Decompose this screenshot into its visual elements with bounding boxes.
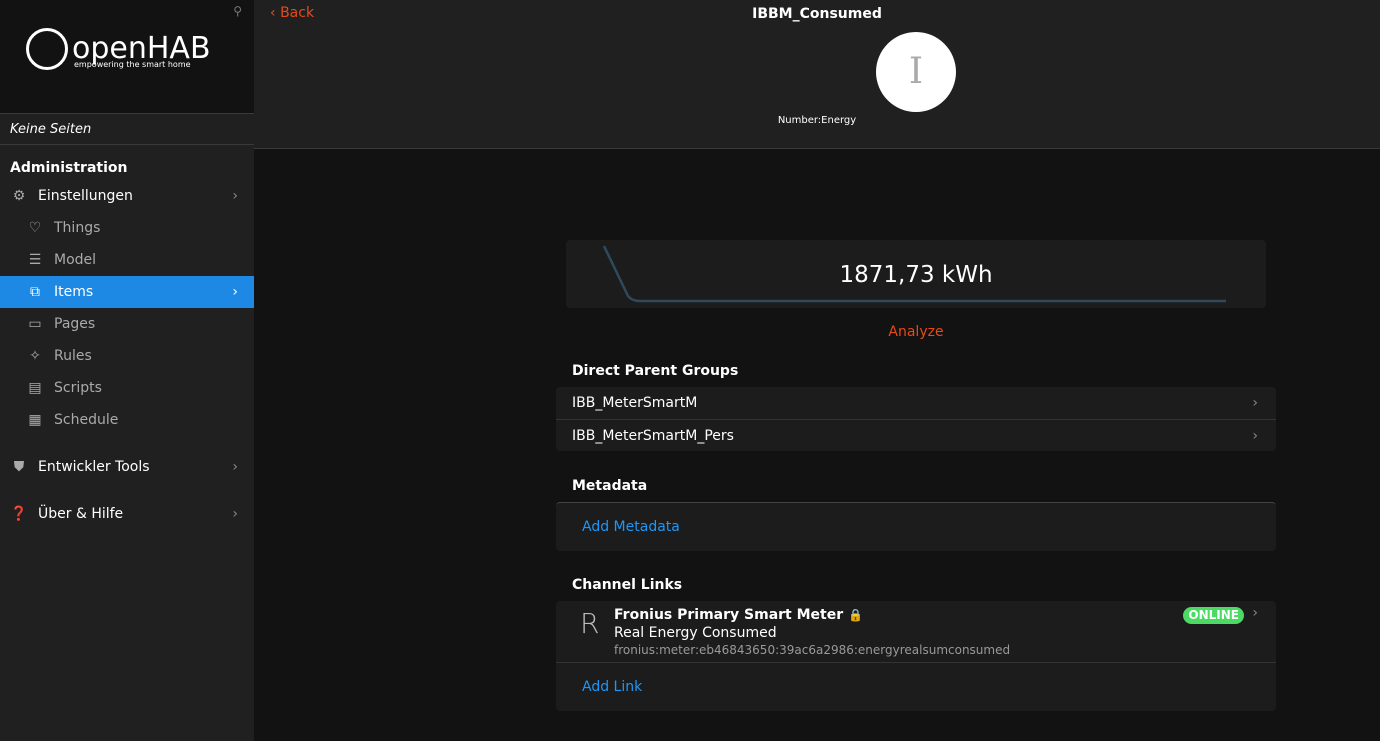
thing-name: Fronius Primary Smart Meter 🔒	[614, 607, 863, 623]
channel-uid: fronius:meter:eb46843650:39ac6a2986:ener…	[614, 643, 1011, 657]
add-link-link[interactable]: Add Link	[556, 663, 1276, 711]
label: Model	[54, 252, 97, 268]
channel-links-card: R Fronius Primary Smart Meter 🔒 Real Ene…	[556, 601, 1276, 711]
chevron-right-icon: ›	[1252, 395, 1258, 411]
thing-label: Fronius Primary Smart Meter	[614, 607, 844, 623]
channel-links-title: Channel Links	[572, 577, 683, 593]
section-administration: Administration	[10, 160, 128, 176]
label: Pages	[54, 316, 96, 332]
status-badge: ONLINE	[1183, 607, 1244, 624]
metadata-title: Metadata	[572, 478, 648, 494]
calendar-icon: ▦	[28, 412, 42, 428]
label: Über & Hilfe	[38, 506, 124, 522]
channel-link-item[interactable]: R Fronius Primary Smart Meter 🔒 Real Ene…	[556, 601, 1276, 663]
monitor-icon: ▭	[28, 316, 42, 332]
sidebar-item-help[interactable]: ❓ Über & Hilfe ›	[0, 498, 254, 530]
page-title: IBBM_Consumed	[752, 6, 882, 22]
state-card[interactable]: 1871,73 kWh	[566, 240, 1266, 308]
add-metadata-link[interactable]: Add Metadata	[556, 503, 1276, 551]
chevron-right-icon: ›	[232, 459, 238, 475]
item-type: Number:Energy	[777, 115, 857, 126]
state-value: 1871,73 kWh	[839, 262, 993, 288]
chevron-right-icon: ›	[1252, 428, 1258, 444]
item-avatar: I	[876, 32, 956, 112]
label: Scripts	[54, 380, 102, 396]
pin-icon[interactable]: ⚲	[233, 4, 242, 18]
wand-icon: ✧	[29, 348, 41, 364]
sidebar-item-pages[interactable]: ▭ Pages	[0, 308, 254, 340]
label: Rules	[54, 348, 92, 364]
shield-icon: ⛊	[13, 459, 25, 475]
logo-subtitle: empowering the smart home	[74, 60, 191, 69]
gear-icon: ⚙	[12, 188, 26, 204]
chevron-right-icon: ›	[232, 506, 238, 522]
analyze-link[interactable]: Analyze	[556, 324, 1276, 340]
item-header: ‹ Back IBBM_Consumed I Number:Energy	[254, 0, 1380, 149]
parent-groups-list: IBB_MeterSmartM › IBB_MeterSmartM_Pers ›	[556, 387, 1276, 451]
sidebar-item-developer-tools[interactable]: ⛊ Entwickler Tools ›	[0, 451, 254, 483]
items-icon: ⧉	[30, 284, 40, 300]
logo-area: ⚲ openHAB empowering the smart home	[0, 0, 254, 114]
chevron-right-icon: ›	[232, 188, 238, 204]
label: Entwickler Tools	[38, 459, 150, 475]
list-item[interactable]: IBB_MeterSmartM_Pers ›	[556, 419, 1276, 451]
bulb-icon: ♡	[28, 220, 42, 236]
list-item[interactable]: IBB_MeterSmartM ›	[556, 387, 1276, 419]
lock-icon: 🔒	[848, 608, 863, 622]
sidebar-item-einstellungen[interactable]: ⚙ Einstellungen ›	[0, 180, 254, 212]
sidebar-item-model[interactable]: ☰ Model	[0, 244, 254, 276]
sidebar-item-rules[interactable]: ✧ Rules	[0, 340, 254, 372]
help-icon: ❓	[10, 506, 28, 522]
script-icon: ▤	[28, 380, 42, 396]
channel-letter-icon: R	[580, 607, 600, 640]
list-icon: ☰	[28, 252, 42, 268]
sidebar-item-schedule[interactable]: ▦ Schedule	[0, 404, 254, 436]
sidebar-item-scripts[interactable]: ▤ Scripts	[0, 372, 254, 404]
logo-house-icon	[26, 28, 68, 70]
chevron-right-icon: ›	[232, 284, 238, 300]
metadata-card: Add Metadata	[556, 502, 1276, 551]
openhab-logo[interactable]: openHAB empowering the smart home	[26, 28, 211, 70]
label: Items	[54, 284, 94, 300]
sidebar-item-things[interactable]: ♡ Things	[0, 212, 254, 244]
label: Einstellungen	[38, 188, 133, 204]
no-pages-label: Keine Seiten	[0, 114, 254, 145]
sidebar-item-items[interactable]: ⧉ Items ›	[0, 276, 254, 308]
group-name: IBB_MeterSmartM_Pers	[572, 428, 734, 444]
label: Things	[54, 220, 101, 236]
sidebar: ⚲ openHAB empowering the smart home Kein…	[0, 0, 254, 741]
chevron-right-icon: ›	[1252, 605, 1258, 621]
group-name: IBB_MeterSmartM	[572, 395, 698, 411]
parent-groups-title: Direct Parent Groups	[572, 363, 739, 379]
channel-label: Real Energy Consumed	[614, 625, 777, 641]
label: Schedule	[54, 412, 119, 428]
